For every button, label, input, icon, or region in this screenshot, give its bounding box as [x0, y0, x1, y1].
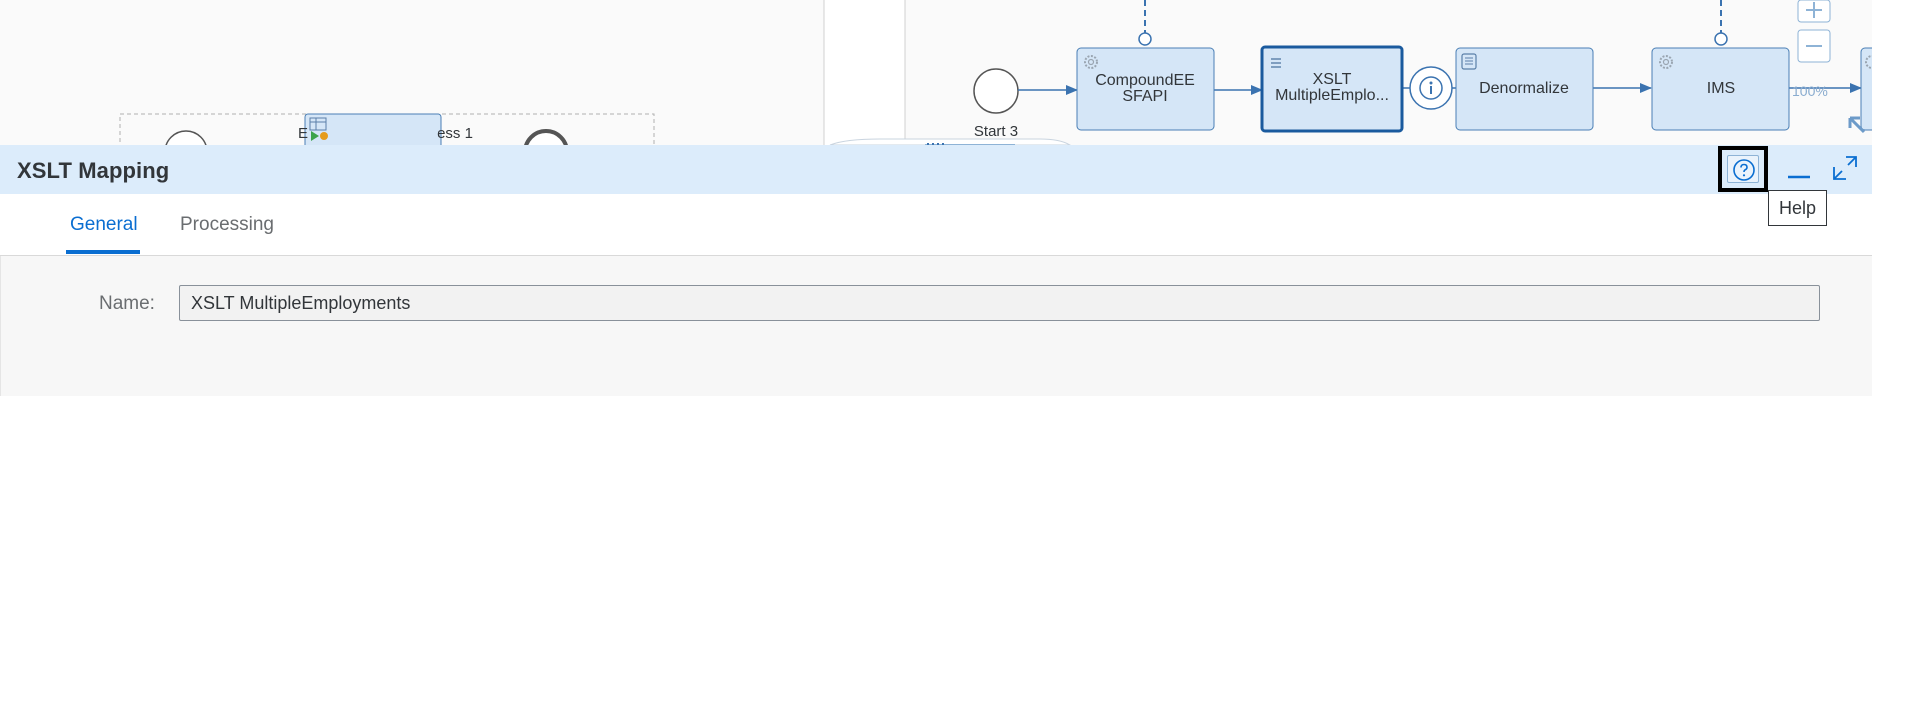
ims-label: IMS — [1707, 80, 1735, 97]
general-tab-content: Name: — [0, 256, 1872, 396]
properties-panel-header: XSLT Mapping — [0, 145, 1872, 194]
left-pool-label-fragment: E — [298, 125, 308, 142]
help-button[interactable] — [1718, 146, 1768, 192]
compound-sfapi-label-line1: CompoundEE — [1095, 72, 1195, 89]
expand-button[interactable] — [1830, 153, 1860, 183]
properties-tabbar: General Processing — [0, 194, 1872, 256]
start-event-label: Start 3 — [974, 123, 1018, 140]
local-process-pool[interactable]: E ess 1 — [119, 113, 655, 145]
minimize-icon — [1788, 175, 1810, 179]
left-pool-label-suffix: ess 1 — [437, 125, 473, 142]
message-flow-compound-anchor — [1138, 32, 1152, 46]
integration-flow-editor: E ess 1 Start 3 CompoundEE SFAPI XSLT Mu… — [0, 0, 1872, 396]
zoom-level: 100% — [1792, 83, 1828, 99]
help-circle-icon — [1733, 159, 1755, 181]
process-canvas[interactable]: E ess 1 Start 3 CompoundEE SFAPI XSLT Mu… — [0, 0, 1872, 145]
name-label: Name: — [99, 293, 155, 314]
process-diagram: E ess 1 Start 3 CompoundEE SFAPI XSLT Mu… — [119, 0, 1872, 145]
start-event[interactable] — [973, 68, 1019, 114]
expand-icon — [1833, 156, 1857, 180]
message-flow-ims-anchor — [1714, 32, 1728, 46]
xslt-mapping-label-line1: XSLT — [1313, 71, 1352, 88]
zoom-in-button[interactable] — [1797, 0, 1831, 23]
compound-sfapi-step[interactable]: CompoundEE SFAPI — [1076, 47, 1215, 131]
denormalize-label: Denormalize — [1479, 80, 1569, 97]
zoom-out-button[interactable] — [1797, 29, 1831, 63]
minimize-button[interactable] — [1784, 155, 1814, 185]
xslt-mapping-label-line2: MultipleEmplo... — [1275, 87, 1389, 104]
pane-divider[interactable] — [824, 0, 905, 145]
active-tab-indicator — [66, 250, 140, 254]
tab-processing[interactable]: Processing — [180, 214, 274, 236]
help-button-frame — [1727, 155, 1759, 183]
ims-step[interactable]: IMS — [1651, 47, 1790, 131]
help-tooltip: Help — [1768, 190, 1828, 226]
denormalize-step[interactable]: Denormalize — [1455, 47, 1594, 131]
panel-title: XSLT Mapping — [17, 158, 170, 183]
name-field[interactable] — [179, 285, 1820, 321]
left-start-event[interactable] — [165, 130, 207, 145]
left-end-event[interactable] — [524, 129, 568, 145]
next-step-partial[interactable] — [1860, 47, 1872, 131]
xslt-mapping-step[interactable]: XSLT MultipleEmplo... — [1260, 45, 1404, 133]
tab-general[interactable]: General — [70, 214, 138, 236]
info-event[interactable] — [1409, 66, 1453, 110]
compound-sfapi-label-line2: SFAPI — [1122, 88, 1167, 105]
